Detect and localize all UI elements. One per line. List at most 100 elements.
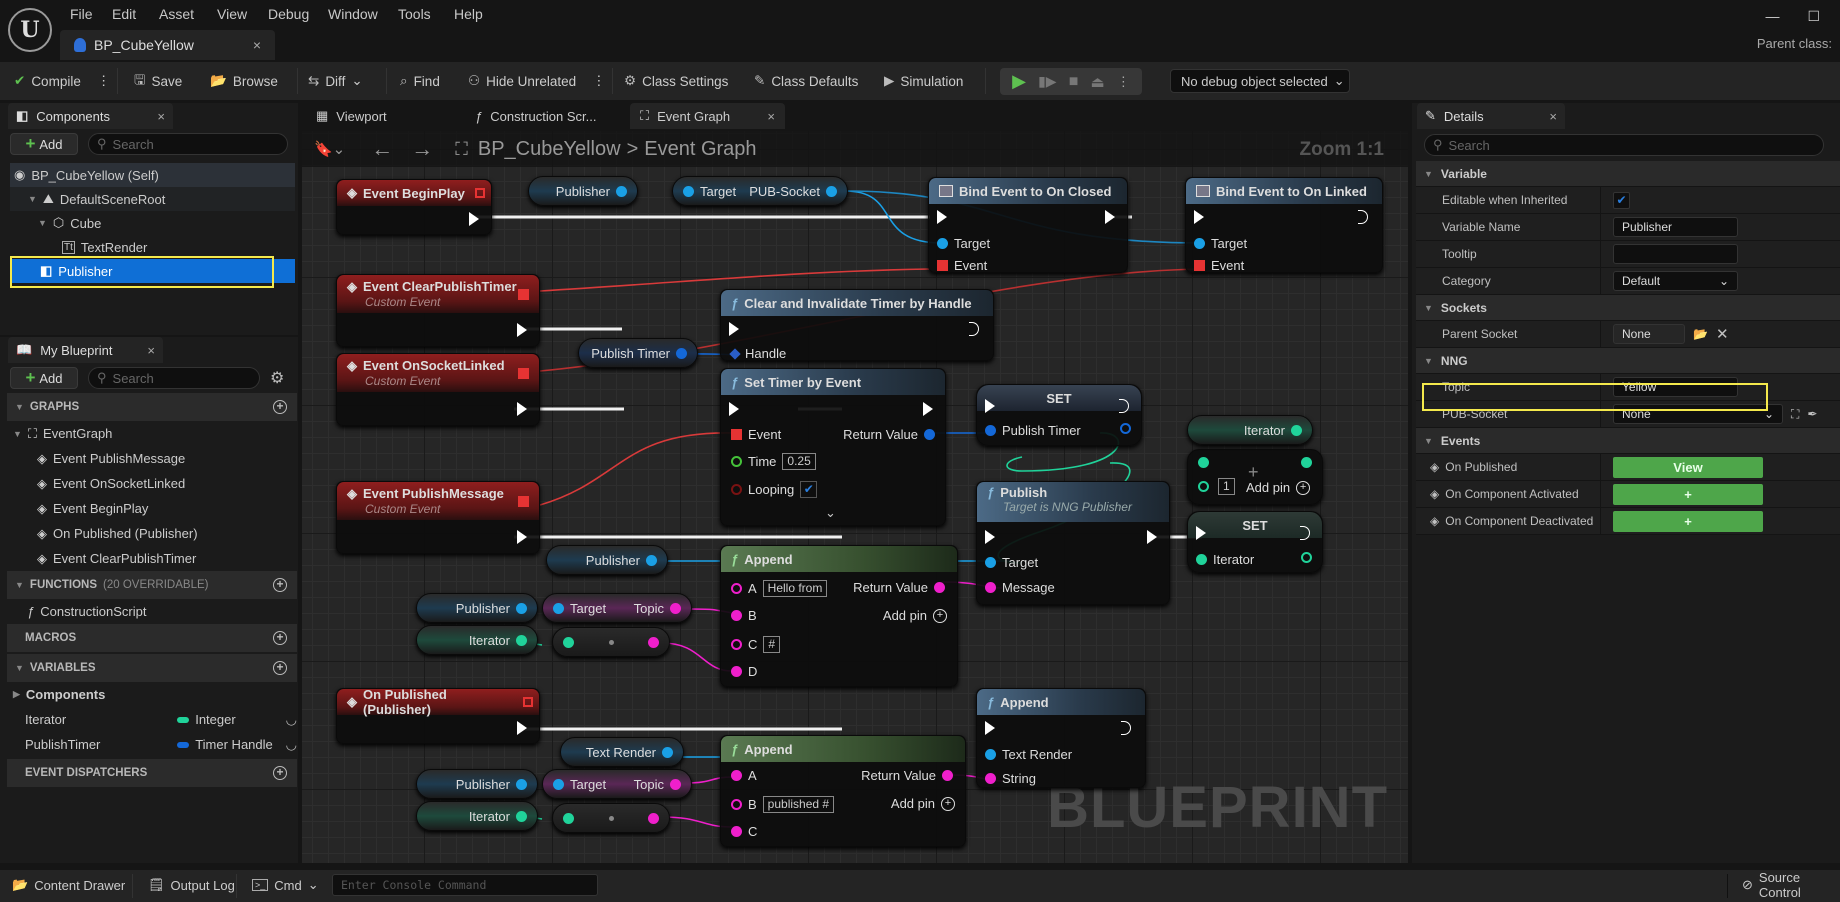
variable-name-input[interactable]: Publisher: [1613, 217, 1738, 237]
node-publish[interactable]: ƒ Publish Target is NNG Publisher Target …: [976, 481, 1170, 605]
graphs-section-header[interactable]: ▼ GRAPHS +: [7, 393, 297, 421]
add-component-button[interactable]: + Add: [10, 133, 78, 155]
node-get-publish-timer[interactable]: Publish Timer: [578, 338, 698, 368]
document-tab[interactable]: BP_CubeYellow ×: [60, 30, 275, 60]
diff-button[interactable]: ⇆ Diff ⌄: [308, 62, 363, 100]
details-tab[interactable]: ✎ Details ×: [1417, 103, 1565, 129]
exec-out-pin[interactable]: [469, 212, 479, 226]
string-pin[interactable]: [985, 773, 996, 784]
delegate-pin[interactable]: [523, 697, 533, 707]
exec-in-pin[interactable]: [1194, 210, 1204, 224]
time-pin[interactable]: [731, 456, 742, 467]
handle-pin[interactable]: [729, 347, 741, 360]
exec-out-pin[interactable]: [517, 402, 527, 416]
components-group[interactable]: ▶ Components: [7, 682, 297, 707]
object-pin[interactable]: [683, 185, 694, 197]
minimize-button[interactable]: —: [1765, 8, 1779, 25]
node-get-publisher[interactable]: Publisher: [528, 176, 638, 206]
topic-input[interactable]: Yellow: [1613, 377, 1738, 397]
expand-triangle-icon[interactable]: ▼: [28, 194, 37, 204]
string-out-pin[interactable]: [648, 812, 659, 824]
object-pin[interactable]: [616, 185, 627, 197]
struct-pin[interactable]: [676, 347, 687, 359]
int-in-pin[interactable]: [563, 636, 574, 648]
int-pin[interactable]: [1196, 554, 1207, 565]
menu-file[interactable]: File: [70, 6, 93, 22]
time-input[interactable]: 0.25: [782, 453, 816, 470]
components-search-input[interactable]: ⚲ Search: [88, 133, 288, 155]
exec-out-pin[interactable]: [969, 322, 981, 336]
add-pin-icon[interactable]: +: [933, 608, 947, 623]
pub-socket-dropdown[interactable]: None ⌄: [1613, 404, 1783, 424]
exec-in-pin[interactable]: [729, 402, 739, 416]
return-value-pin[interactable]: [934, 582, 945, 593]
content-drawer-button[interactable]: 📂 Content Drawer: [12, 870, 125, 900]
node-event-clearpublishtimer[interactable]: ◈ Event ClearPublishTimer Custom Event: [336, 274, 540, 347]
node-get-publisher[interactable]: Publisher: [416, 769, 538, 799]
node-event-publishmessage[interactable]: ◈ Event PublishMessage Custom Event: [336, 481, 540, 554]
simulation-button[interactable]: ▶ Simulation: [884, 62, 963, 100]
int-in-pin[interactable]: [563, 812, 574, 824]
node-int-to-string[interactable]: [552, 803, 670, 833]
int-out-pin[interactable]: [1301, 552, 1312, 563]
add-variable-icon[interactable]: +: [273, 661, 287, 675]
add-event-button[interactable]: +: [1613, 483, 1763, 505]
add-macro-icon[interactable]: +: [273, 631, 287, 645]
tooltip-input[interactable]: [1613, 244, 1738, 264]
node-add-integer[interactable]: + 1 Add pin +: [1187, 449, 1323, 505]
eyedropper-icon[interactable]: ✒: [1807, 407, 1817, 421]
add-event-button[interactable]: +: [1613, 510, 1763, 532]
target-pin[interactable]: [937, 238, 948, 249]
menu-window[interactable]: Window: [328, 6, 378, 22]
return-value-pin[interactable]: [942, 770, 953, 781]
add-member-button[interactable]: + Add: [10, 367, 78, 389]
events-section[interactable]: ▼ Events: [1416, 428, 1840, 454]
node-set-timer-by-event[interactable]: ƒ Set Timer by Event Event Return Value T…: [720, 368, 946, 526]
exec-out-pin[interactable]: [1300, 526, 1312, 540]
node-clear-invalidate-timer[interactable]: ƒ Clear and Invalidate Timer by Handle Ha…: [720, 289, 994, 361]
node-set-publish-timer[interactable]: SET Publish Timer: [976, 384, 1142, 446]
graph-item[interactable]: ◈ Event PublishMessage: [7, 446, 297, 471]
menu-asset[interactable]: Asset: [159, 6, 194, 22]
exec-in-pin[interactable]: [1196, 526, 1206, 540]
close-icon[interactable]: ×: [147, 343, 155, 358]
event-pin[interactable]: [937, 260, 948, 271]
add-graph-icon[interactable]: +: [273, 400, 287, 414]
node-get-publisher[interactable]: Publisher: [546, 545, 668, 575]
maximize-button[interactable]: ☐: [1807, 8, 1820, 25]
add-pin-icon[interactable]: +: [941, 796, 955, 811]
my-blueprint-tab[interactable]: 📖 My Blueprint ×: [8, 337, 163, 363]
node-on-published[interactable]: ◈ On Published (Publisher): [336, 687, 540, 744]
string-pin-c[interactable]: [731, 639, 742, 650]
tab-construction-script[interactable]: ƒ Construction Scr...: [465, 103, 606, 129]
exec-out-pin[interactable]: [923, 402, 933, 416]
node-append[interactable]: ƒ Append A Hello from Return Value B Add p…: [720, 545, 958, 687]
class-settings-button[interactable]: ⚙ Class Settings: [624, 62, 728, 100]
menu-view[interactable]: View: [217, 6, 247, 22]
target-pin[interactable]: [553, 778, 564, 790]
exec-in-pin[interactable]: [985, 721, 995, 735]
event-pin[interactable]: [731, 429, 742, 440]
browse-socket-icon[interactable]: 📂: [1693, 327, 1708, 341]
play-options-icon[interactable]: ⋮: [1117, 74, 1130, 90]
int-pin[interactable]: [516, 810, 527, 822]
eject-icon[interactable]: ⏏: [1091, 73, 1105, 91]
eye-closed-icon[interactable]: ◡: [286, 737, 297, 753]
compile-options-icon[interactable]: ⋮: [97, 73, 111, 89]
event-graph-item[interactable]: ▼ ⛶ EventGraph: [7, 421, 297, 446]
view-event-button[interactable]: View: [1613, 456, 1763, 478]
close-icon[interactable]: ×: [1549, 109, 1557, 124]
exec-in-pin[interactable]: [937, 210, 947, 224]
int-out-pin[interactable]: [1301, 457, 1312, 468]
text-render-pin[interactable]: [985, 749, 996, 760]
tree-item-cube[interactable]: ▼ ⬡ Cube: [10, 211, 295, 235]
menu-tools[interactable]: Tools: [398, 6, 431, 22]
exec-out-pin[interactable]: [517, 530, 527, 544]
play-icon[interactable]: ▶: [1012, 71, 1026, 92]
variables-section-header[interactable]: ▼ VARIABLES +: [7, 654, 297, 682]
string-out-pin[interactable]: [648, 636, 659, 648]
node-get-text-render[interactable]: Text Render: [560, 737, 684, 767]
node-bind-on-linked[interactable]: Bind Event to On Linked Target Event: [1185, 177, 1383, 273]
node-get-iterator[interactable]: Iterator: [416, 801, 538, 831]
event-pin[interactable]: [1194, 260, 1205, 271]
